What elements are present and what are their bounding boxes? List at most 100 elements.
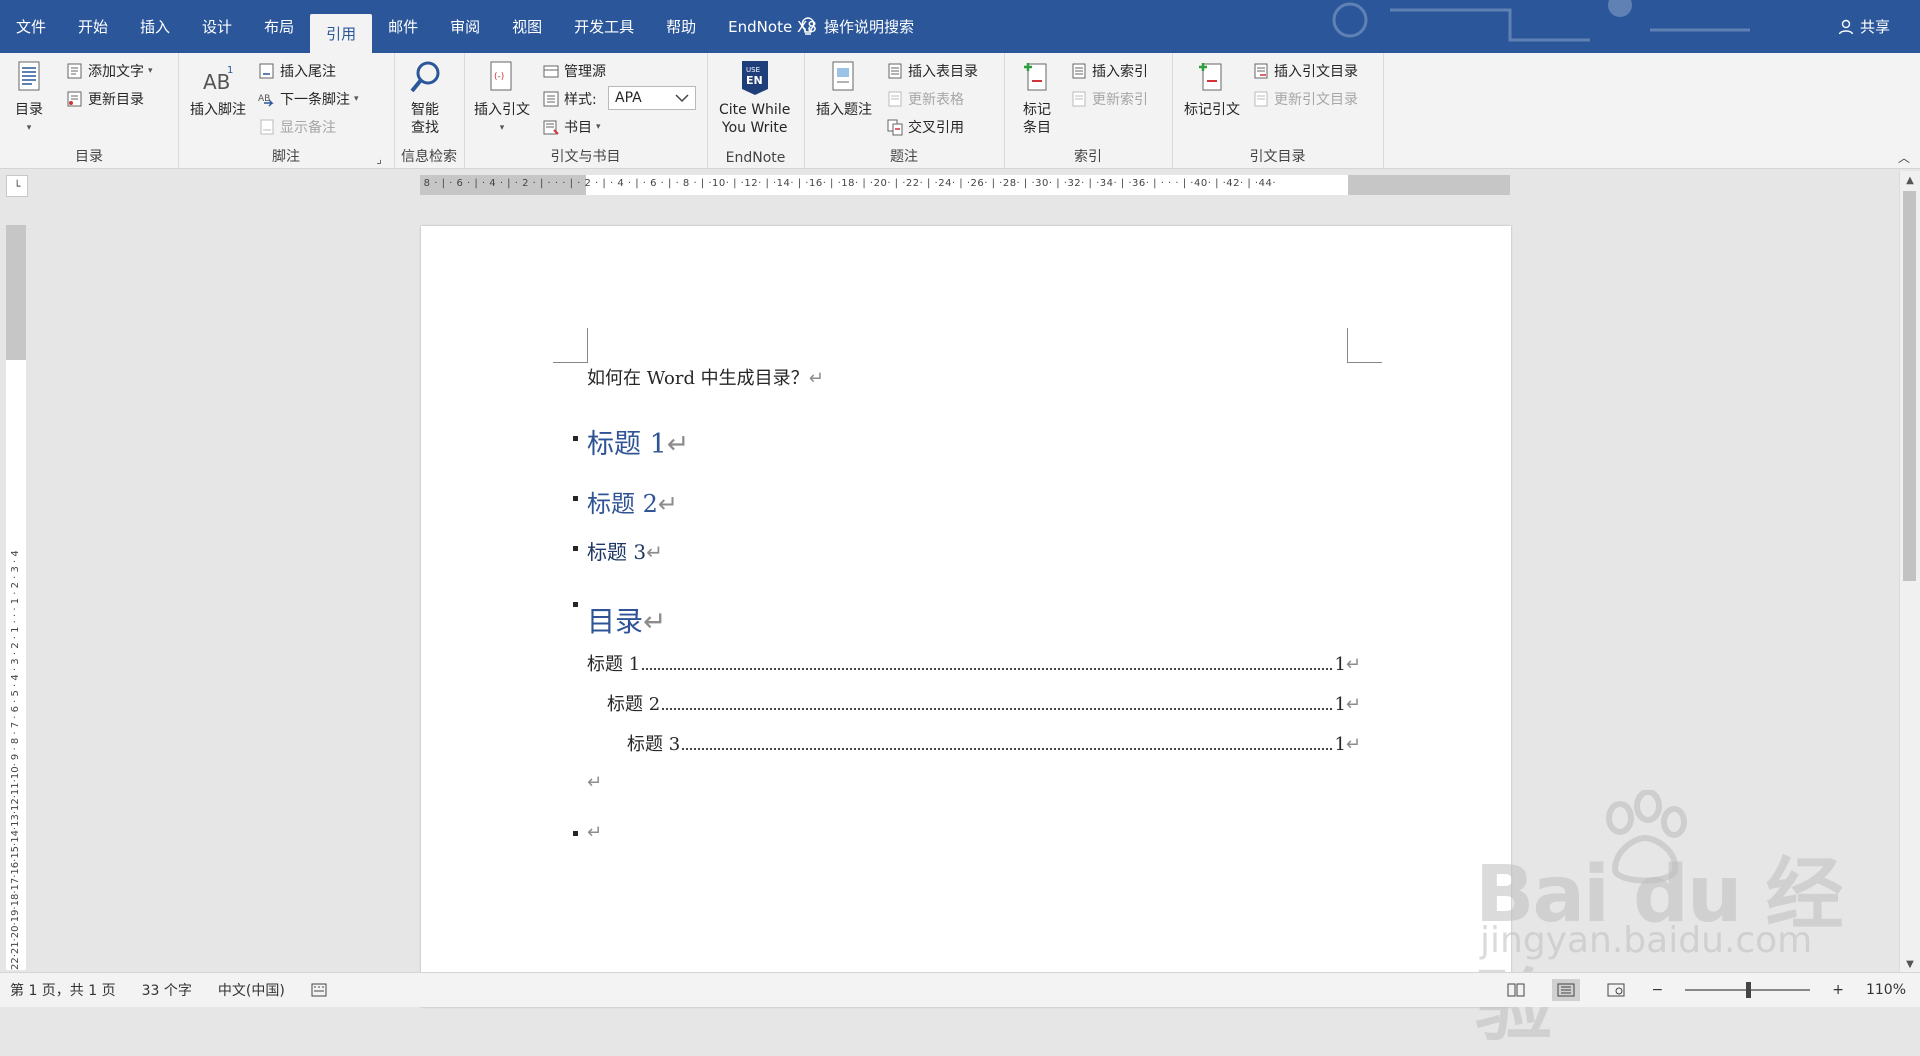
share-button[interactable]: 共享 xyxy=(1838,0,1890,53)
svg-text:USE: USE xyxy=(746,66,760,74)
empty-paragraph[interactable]: ↵ xyxy=(587,772,1361,793)
update-index-button[interactable]: 更新索引 xyxy=(1070,88,1148,110)
page-count[interactable]: 第 1 页，共 1 页 xyxy=(10,980,116,1000)
group-label: 信息检索 xyxy=(401,149,457,165)
heading-3[interactable]: 标题 3↵ xyxy=(573,536,1361,565)
web-layout-button[interactable] xyxy=(1602,979,1630,1001)
insert-index-icon xyxy=(1072,63,1086,79)
show-notes-icon xyxy=(260,119,274,135)
share-label: 共享 xyxy=(1859,18,1890,36)
zoom-in-button[interactable]: + xyxy=(1832,982,1844,998)
cross-reference-button[interactable]: 交叉引用 xyxy=(886,116,964,138)
group-citations: (-) 插入引文 ▾ 管理源 样式: APA 书目 ▾ 引文与书目 xyxy=(464,53,708,168)
heading-1-text: 标题 1 xyxy=(587,429,667,460)
tell-me-search[interactable]: 操作说明搜索 xyxy=(800,0,914,53)
tab-4[interactable]: 布局 xyxy=(248,0,310,53)
collapse-ribbon-icon[interactable]: ︿ xyxy=(1898,149,1910,166)
mark-entry-button[interactable]: 标记 条目 xyxy=(1020,59,1054,137)
next-footnote-button[interactable]: AB 下一条脚注 ▾ xyxy=(258,88,359,110)
add-text-icon xyxy=(67,63,82,79)
zoom-slider[interactable] xyxy=(1685,982,1811,998)
mark-citation-button[interactable]: 标记引文 xyxy=(1184,59,1240,119)
tab-9[interactable]: 开发工具 xyxy=(558,0,650,53)
vertical-scrollbar[interactable]: ▲ ▼ xyxy=(1899,171,1920,973)
heading-bullet xyxy=(573,831,578,836)
tab-0[interactable]: 文件 xyxy=(0,0,62,53)
document-page[interactable]: 如何在 Word 中生成目录？↵ 标题 1↵ 标题 2↵ 标题 3↵ 目录↵ 标… xyxy=(421,226,1511,1007)
toc-entry-text: 标题 1 xyxy=(587,654,641,675)
vertical-ruler[interactable]: 22·21·20·19·18·17·16·15·14·13·12·11·10· … xyxy=(6,225,26,970)
toc-entry[interactable]: 标题 3 1 ↵ xyxy=(627,730,1361,756)
manage-sources-button[interactable]: 管理源 xyxy=(542,60,606,82)
ruler-ticks: 22·21·20·19·18·17·16·15·14·13·12·11·10· … xyxy=(10,550,21,970)
print-layout-button[interactable] xyxy=(1551,979,1580,1001)
toc-entry[interactable]: 标题 2 1 ↵ xyxy=(607,690,1361,716)
bibliography-label: 书目 xyxy=(564,120,592,136)
chevron-down-icon: ▾ xyxy=(499,123,505,133)
group-label: 索引 xyxy=(1074,149,1102,165)
heading-2[interactable]: 标题 2↵ xyxy=(573,484,1361,519)
insert-table-of-figures-button[interactable]: 插入表目录 xyxy=(886,60,978,82)
insert-index-button[interactable]: 插入索引 xyxy=(1070,60,1148,82)
tab-2[interactable]: 插入 xyxy=(124,0,186,53)
insert-table-of-authorities-button[interactable]: 插入引文目录 xyxy=(1252,60,1358,82)
toc-button[interactable]: 目录 ▾ xyxy=(12,59,46,137)
intro-paragraph[interactable]: 如何在 Word 中生成目录？↵ xyxy=(587,364,1361,390)
smart-lookup-button[interactable]: 智能 查找 xyxy=(408,59,442,137)
mark-entry-icon xyxy=(1024,63,1047,91)
magnifier-icon xyxy=(410,61,440,93)
manage-sources-icon xyxy=(543,65,559,78)
update-table-of-authorities-button[interactable]: 更新引文目录 xyxy=(1252,88,1358,110)
baidu-watermark: Bai du 经验 jingyan.baidu.com xyxy=(1470,790,1850,1052)
zoom-out-button[interactable]: − xyxy=(1652,982,1664,998)
dialog-launcher-icon[interactable]: ⌟ xyxy=(376,152,382,166)
chevron-down-icon: ▾ xyxy=(26,123,32,133)
tab-selector[interactable]: └ xyxy=(6,175,28,197)
tab-10[interactable]: 帮助 xyxy=(650,0,712,53)
page-icon xyxy=(1557,983,1574,997)
zoom-slider-knob[interactable] xyxy=(1746,982,1752,998)
mark-citation-icon xyxy=(1199,63,1222,91)
insert-caption-button[interactable]: 插入题注 xyxy=(816,59,872,119)
word-count[interactable]: 33 个字 xyxy=(142,980,192,1000)
mark-entry-label-2: 条目 xyxy=(1023,120,1051,136)
insert-citation-button[interactable]: (-) 插入引文 ▾ xyxy=(474,59,530,137)
bibliography-button[interactable]: 书目 ▾ xyxy=(542,116,601,138)
tab-7[interactable]: 审阅 xyxy=(434,0,496,53)
update-table-button[interactable]: 更新表格 xyxy=(886,88,964,110)
insert-table-of-figures-label: 插入表目录 xyxy=(908,64,978,80)
language-indicator[interactable]: 中文(中国) xyxy=(218,980,285,1000)
zoom-level[interactable]: 110% xyxy=(1866,982,1906,998)
cite-while-you-write-button[interactable]: USE EN Cite While You Write xyxy=(719,59,790,137)
toc-entry-page: 1 xyxy=(1334,734,1346,755)
group-label: EndNote xyxy=(725,150,786,166)
ribbon-tab-bar: 文件 开始 插入 设计 布局 引用 邮件 审阅 视图 开发工具 帮助 EndNote X8 操作说明搜… xyxy=(0,0,1920,53)
scroll-up-icon[interactable]: ▲ xyxy=(1900,171,1920,189)
update-toc-button[interactable]: 更新目录 xyxy=(66,88,144,110)
update-toc-label: 更新目录 xyxy=(88,92,144,108)
insert-footnote-button[interactable]: AB 1 插入脚注 xyxy=(190,59,246,119)
tab-1[interactable]: 开始 xyxy=(62,0,124,53)
scroll-thumb[interactable] xyxy=(1903,191,1916,581)
paragraph-mark: ↵ xyxy=(1345,694,1361,715)
insert-endnote-button[interactable]: 插入尾注 xyxy=(258,60,336,82)
status-bar: 第 1 页，共 1 页 33 个字 中文(中国) − + 110% xyxy=(0,972,1920,1007)
tab-6[interactable]: 邮件 xyxy=(372,0,434,53)
horizontal-ruler[interactable]: 8 · | · 6 · | · 4 · | · 2 · | · · · | · … xyxy=(420,175,1510,195)
tab-3[interactable]: 设计 xyxy=(186,0,248,53)
show-notes-button[interactable]: 显示备注 xyxy=(258,116,336,138)
heading-1[interactable]: 标题 1↵ xyxy=(573,422,1361,461)
add-text-button[interactable]: 添加文字 ▾ xyxy=(66,60,153,82)
smart-lookup-label-1: 智能 xyxy=(411,102,439,118)
toc-heading[interactable]: 目录↵ xyxy=(573,600,1361,640)
read-mode-button[interactable] xyxy=(1502,979,1530,1001)
toc-entry[interactable]: 标题 1 1 ↵ xyxy=(587,650,1361,676)
citation-style-select[interactable]: APA xyxy=(608,86,696,110)
paragraph-mark: ↵ xyxy=(587,822,603,843)
scroll-down-icon[interactable]: ▼ xyxy=(1900,955,1920,973)
tab-5[interactable]: 引用 xyxy=(310,14,373,53)
empty-heading-paragraph[interactable]: ↵ xyxy=(573,822,1361,843)
group-captions: 插入题注 插入表目录 更新表格 交叉引用 题注 xyxy=(804,53,1005,168)
macro-record-icon[interactable] xyxy=(311,983,327,997)
tab-8[interactable]: 视图 xyxy=(496,0,558,53)
